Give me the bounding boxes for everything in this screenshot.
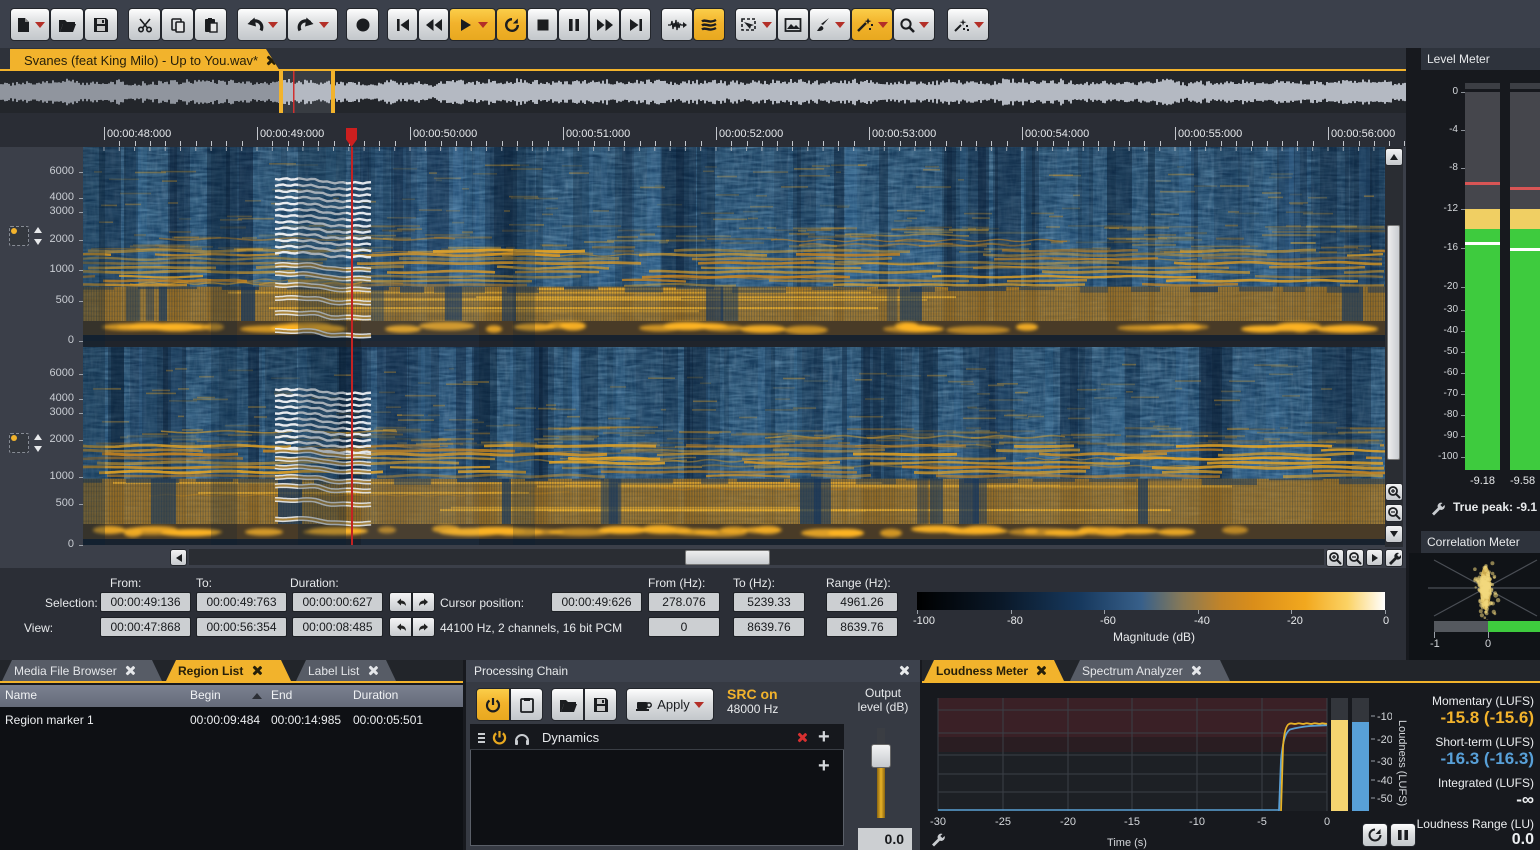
svg-text:-25: -25 [995,816,1011,828]
svg-text:-5: -5 [1257,816,1267,828]
svg-text:-50: -50 [1377,793,1392,805]
svg-text:-30: -30 [930,816,946,828]
svg-text:-15: -15 [1124,816,1140,828]
svg-text:-40: -40 [1377,775,1392,787]
svg-text:-10: -10 [1189,816,1205,828]
svg-text:0: 0 [1324,816,1330,828]
svg-text:-30: -30 [1377,756,1392,768]
svg-text:-20: -20 [1377,734,1392,746]
svg-text:-10: -10 [1377,711,1392,723]
svg-text:-20: -20 [1060,816,1076,828]
svg-text:Time (s): Time (s) [1107,837,1147,849]
